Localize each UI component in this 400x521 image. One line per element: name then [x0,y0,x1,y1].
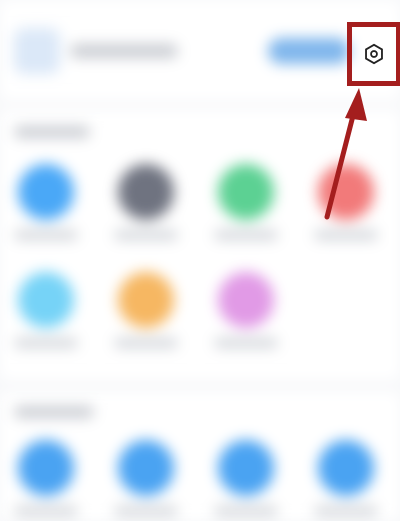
app-label-s1-3 [314,230,378,240]
app-label-s1-2 [214,230,278,240]
app-icon-s1-3[interactable] [318,164,374,220]
app-icon-s2-1[interactable] [118,440,174,496]
app-icon-s1-0[interactable] [18,164,74,220]
avatar[interactable] [14,28,60,74]
app-label-s2-1 [114,506,178,516]
app-label-s1-0 [14,230,78,240]
gear-icon [365,43,383,65]
app-icon-s2-3[interactable] [318,440,374,496]
app-screen [0,0,400,521]
section-title [14,406,94,418]
account-name [70,44,178,58]
app-icon-s1-5[interactable] [118,272,174,328]
app-icon-s2-2[interactable] [218,440,274,496]
header-action-button[interactable] [268,38,350,64]
app-icon-s1-4[interactable] [18,272,74,328]
app-icon-s1-6[interactable] [218,272,274,328]
settings-button[interactable] [352,28,396,80]
app-label-s2-3 [314,506,378,516]
app-icon-s2-0[interactable] [18,440,74,496]
section-title [14,126,90,138]
blurred-background [0,0,400,521]
app-label-s1-6 [214,338,278,348]
app-label-s2-0 [14,506,78,516]
app-label-s1-1 [114,230,178,240]
app-icon-s1-1[interactable] [118,164,174,220]
app-label-s1-5 [114,338,178,348]
app-label-s1-4 [14,338,78,348]
app-label-s2-2 [214,506,278,516]
app-icon-s1-2[interactable] [218,164,274,220]
